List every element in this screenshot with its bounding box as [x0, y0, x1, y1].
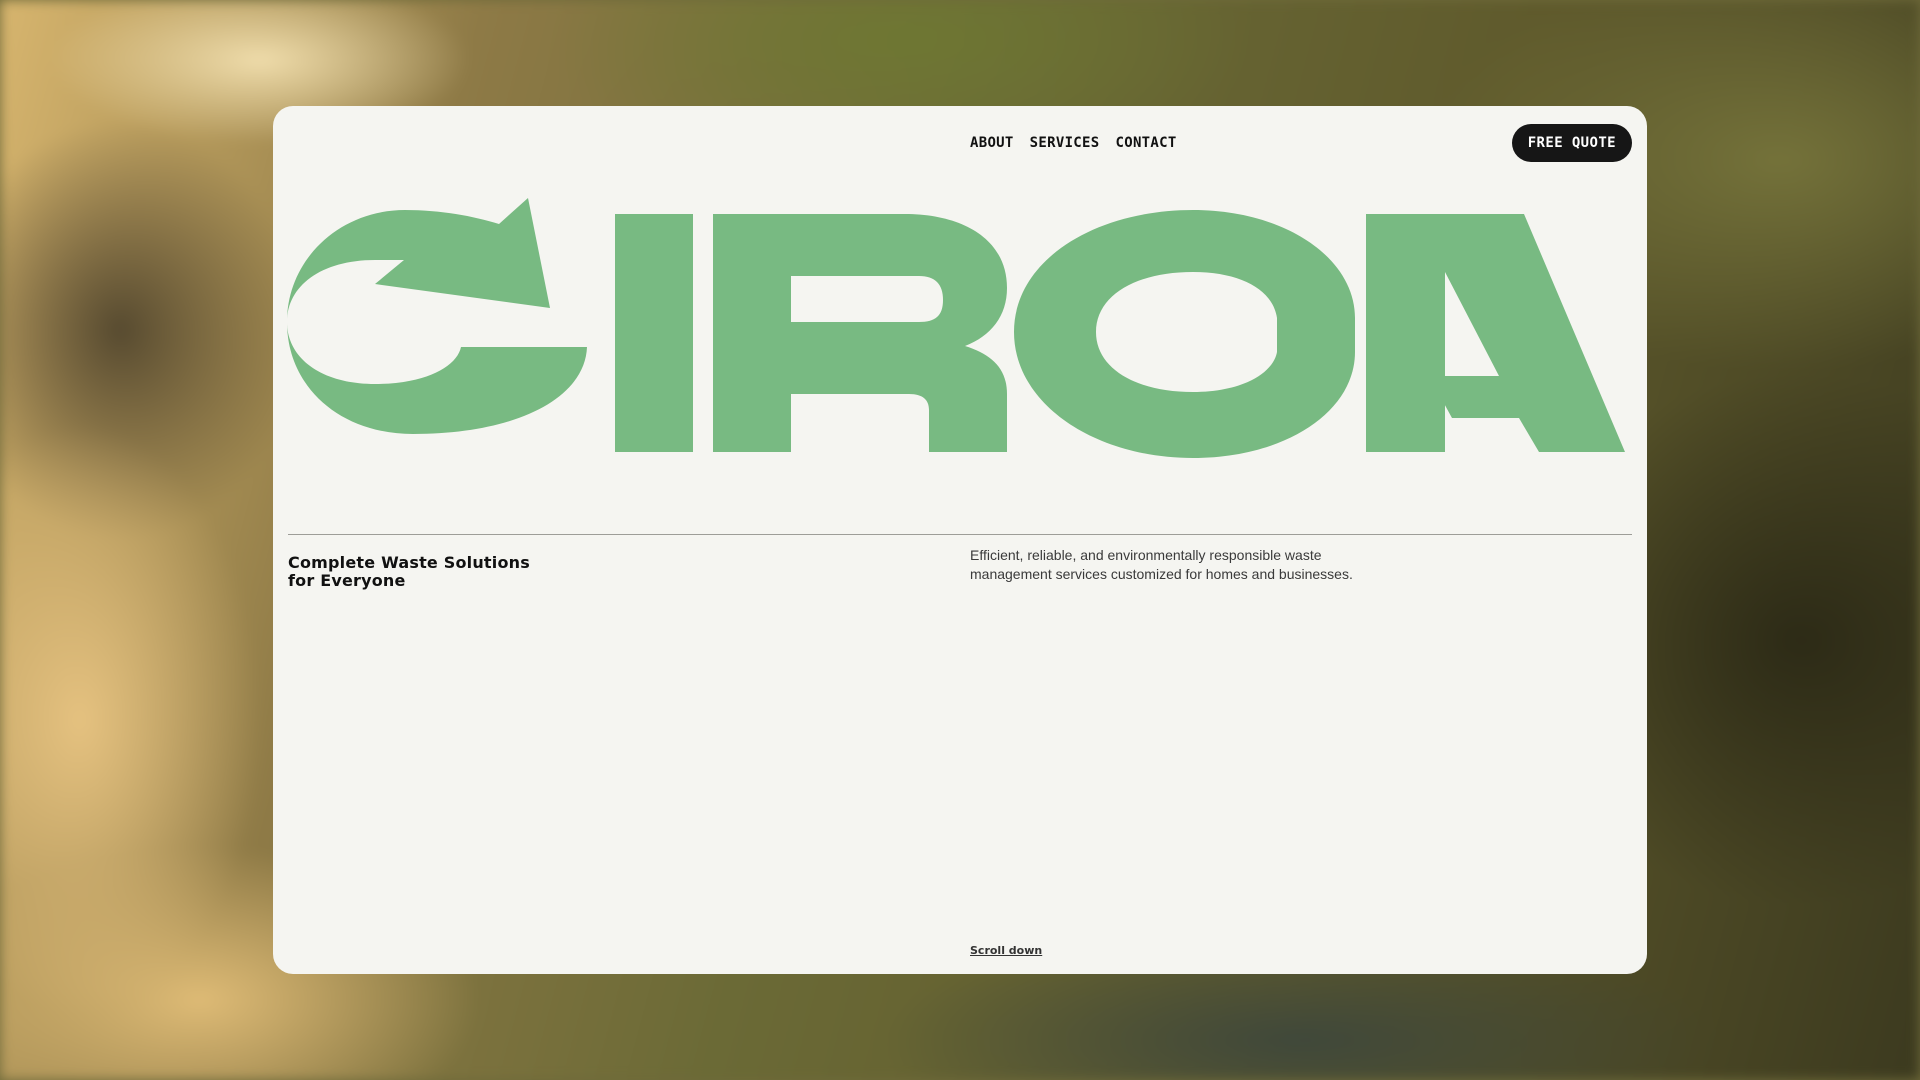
free-quote-button[interactable]: FREE QUOTE	[1511, 124, 1632, 162]
nav-link-services[interactable]: SERVICES	[1030, 132, 1100, 154]
logo-letter-r	[713, 214, 1007, 452]
nav-link-about[interactable]: ABOUT	[970, 132, 1014, 154]
hero-headline-line-1: Complete Waste Solutions	[288, 553, 530, 572]
logo-letter-c	[1014, 210, 1355, 458]
hero-description: Efficient, reliable, and environmentally…	[970, 547, 1353, 582]
circa-logo	[287, 198, 1625, 458]
scroll-down-link[interactable]: Scroll down	[970, 944, 1042, 957]
hero-headline-line-2: for Everyone	[288, 571, 406, 590]
nav-link-contact[interactable]: CONTACT	[1116, 132, 1177, 154]
hero-card: ABOUT SERVICES CONTACT FREE QUOTE Comple…	[273, 106, 1647, 974]
main-nav: ABOUT SERVICES CONTACT	[970, 132, 1177, 154]
logo-letter-i	[615, 214, 693, 452]
logo-letter-a	[1366, 214, 1625, 452]
hero-divider	[288, 534, 1632, 535]
hero-headline: Complete Waste Solutions for Everyone	[288, 554, 588, 590]
logo-letter-c-arrow	[287, 198, 601, 434]
